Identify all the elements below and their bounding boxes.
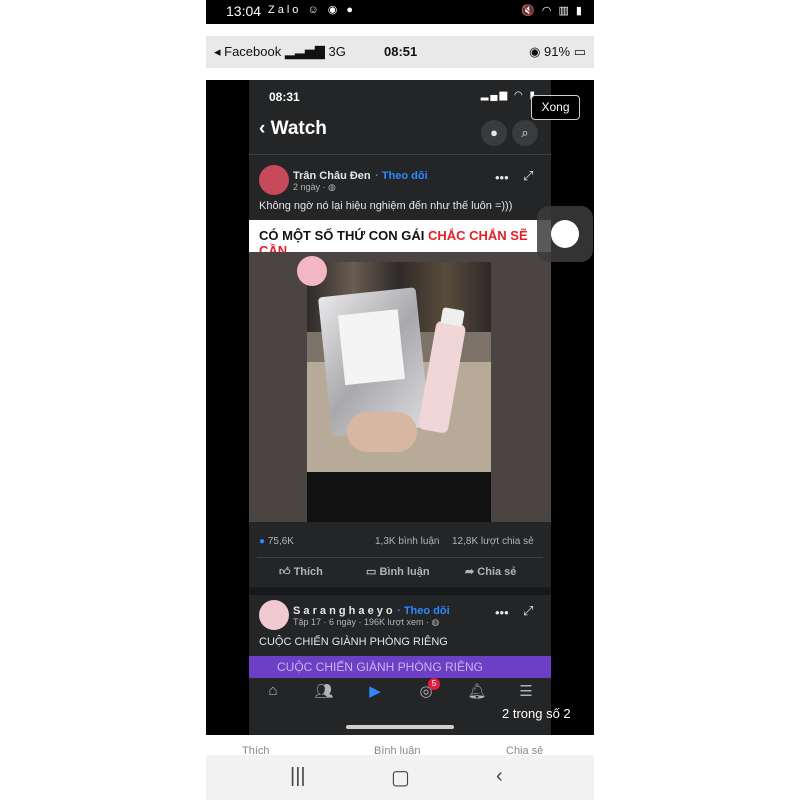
- follow-button[interactable]: · Theo dõi: [397, 605, 450, 617]
- post-meta: 2 ngày · ◍: [293, 182, 336, 192]
- comment-button[interactable]: Bình luận: [374, 745, 420, 755]
- facebook-action-bar: Thích Bình luận Chia sẻ: [206, 735, 594, 755]
- location-icon: ◉: [529, 44, 545, 59]
- bottom-tab-bar: ⌂ 👥︎ ▶ ◎ 5 🔔︎ ☰: [249, 678, 551, 708]
- channel-logo: [297, 256, 327, 286]
- header-divider: [249, 154, 551, 155]
- like-button[interactable]: 👍︎ Thích: [279, 565, 323, 578]
- fullscreen-icon[interactable]: ⤢: [523, 603, 533, 619]
- product-photo: [307, 262, 491, 472]
- done-button[interactable]: Xong: [531, 95, 580, 120]
- video-player[interactable]: [249, 252, 551, 522]
- home-button-icon[interactable]: ▢: [391, 765, 410, 790]
- watch-tab-icon[interactable]: ▶: [363, 682, 387, 704]
- more-options-icon[interactable]: •••: [495, 605, 509, 620]
- reaction-count[interactable]: ● 75,6K: [259, 536, 294, 547]
- android-status-bar: 13:04 Zalo ☺ ◉ ● 🔇 ◠ ▥ ▮: [206, 0, 594, 24]
- video-banner: CÓ MỘT SỐ THỨ CON GÁI CHẮC CHẮN SẼ CẦN: [249, 220, 551, 258]
- share-button[interactable]: ➦ Chia sẻ: [465, 565, 516, 578]
- video-preview-banner[interactable]: CUỘC CHIẾN GIÀNH PHÒNG RIÊNG: [249, 656, 551, 678]
- post-author[interactable]: S a r a n g h a e y o: [293, 605, 393, 617]
- page-title: Watch: [270, 118, 327, 139]
- fullscreen-icon[interactable]: ⤢: [523, 168, 533, 184]
- profile-icon[interactable]: ●: [481, 120, 507, 146]
- bell-icon[interactable]: 🔔︎: [465, 682, 489, 704]
- comment-button[interactable]: ▭ Bình luận: [366, 565, 430, 578]
- notification-badge: 5: [428, 678, 440, 690]
- back-to-facebook-link[interactable]: ◂ Facebook ▂▃▅▇ 3G: [214, 44, 346, 60]
- friends-icon[interactable]: 👥︎: [312, 682, 336, 704]
- watch-header: ‹ Watch: [259, 118, 327, 140]
- comment-count[interactable]: 1,3K bình luận: [375, 536, 440, 547]
- like-reaction-icon: ●: [259, 536, 266, 547]
- search-icon[interactable]: ⌕: [512, 120, 538, 146]
- share-count[interactable]: 12,8K lượt chia sẻ: [452, 536, 534, 547]
- image-counter: 2 trong số 2: [502, 706, 571, 721]
- fb-status-icons: ▂▄▆ ◠ ▮: [480, 90, 537, 101]
- post-caption: CUỘC CHIẾN GIÀNH PHÒNG RIÊNG: [259, 636, 448, 648]
- network-type: 3G: [328, 44, 346, 59]
- share-icon: ➦: [465, 566, 478, 578]
- thumbs-up-icon: 👍︎: [279, 566, 294, 578]
- ios-status-bar: ◂ Facebook ▂▃▅▇ 3G 08:51 ◉ 91% ▭: [206, 36, 594, 68]
- android-clock: 13:04: [226, 3, 262, 19]
- banner-text: CÓ MỘT SỐ THỨ CON GÁI: [259, 228, 428, 243]
- follow-button[interactable]: · Theo dõi: [375, 170, 428, 182]
- system-status-icons: 🔇 ◠ ▥ ▮: [521, 5, 584, 17]
- home-indicator: [346, 725, 454, 729]
- home-icon[interactable]: ⌂: [261, 682, 285, 704]
- ios-clock: 08:51: [384, 44, 418, 59]
- avatar[interactable]: [259, 600, 289, 630]
- android-nav-bar: ||| ▢ ‹: [206, 755, 594, 800]
- groups-icon[interactable]: ◎ 5: [414, 678, 440, 704]
- signal-icon: ▂▃▅▇: [284, 44, 329, 59]
- battery-indicator: ◉ 91% ▭: [529, 44, 586, 59]
- post-separator: [249, 587, 551, 595]
- back-chevron-icon[interactable]: ‹: [259, 118, 271, 139]
- notification-icons: Zalo ☺ ◉ ●: [268, 4, 357, 16]
- share-button[interactable]: Chia sẻ: [506, 745, 543, 755]
- screenshot-image: 08:31 ▂▄▆ ◠ ▮ ‹ Watch ● ⌕ Trân Châu Đen …: [249, 80, 551, 735]
- back-icon[interactable]: ‹: [496, 765, 503, 788]
- post-author[interactable]: Trân Châu Đen: [293, 170, 371, 182]
- menu-icon[interactable]: ☰: [514, 682, 538, 704]
- fb-status-time: 08:31: [269, 90, 300, 104]
- assistive-touch-button[interactable]: [537, 206, 593, 262]
- comment-icon: ▭: [366, 566, 380, 578]
- post-caption: Không ngờ nó lại hiệu nghiệm đến như thế…: [259, 200, 513, 212]
- more-options-icon[interactable]: •••: [495, 170, 509, 185]
- avatar[interactable]: [259, 165, 289, 195]
- battery-icon: ▭: [573, 44, 586, 59]
- recents-icon[interactable]: |||: [290, 765, 306, 788]
- post-meta: Tập 17 · 6 ngày · 196K lượt xem · ◍: [293, 617, 440, 627]
- like-button[interactable]: Thích: [242, 745, 270, 755]
